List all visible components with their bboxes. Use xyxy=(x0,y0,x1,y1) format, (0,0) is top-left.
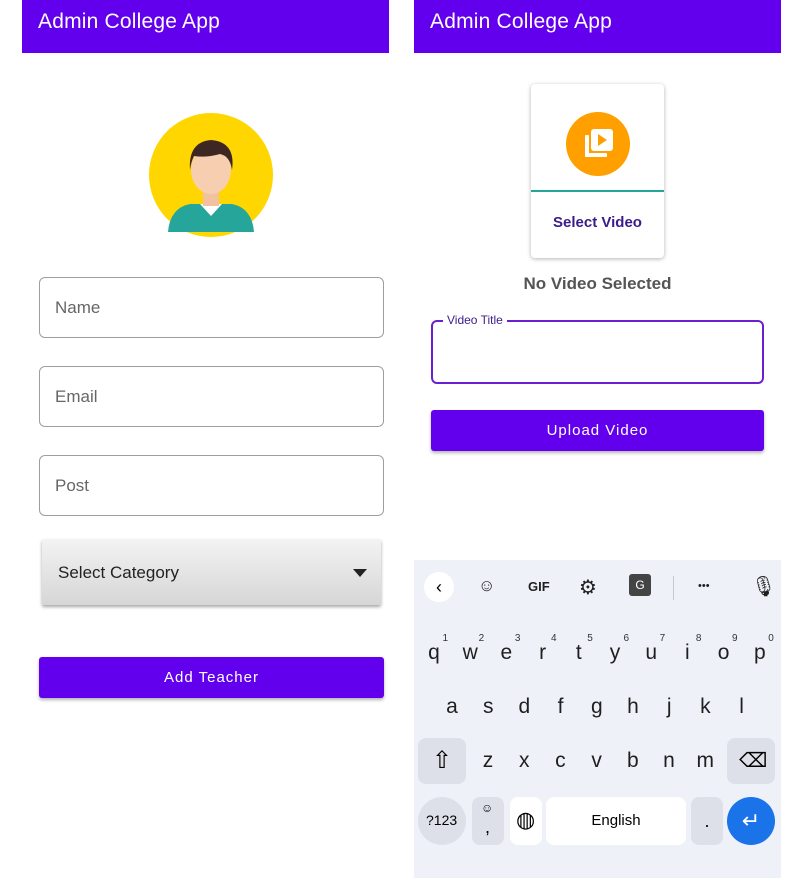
key-n[interactable]: n xyxy=(653,738,685,784)
shift-key[interactable]: ⇧ xyxy=(418,738,466,784)
key-t[interactable]: t5 xyxy=(563,630,595,676)
settings-gear-icon[interactable]: ⚙ xyxy=(579,575,597,600)
post-field[interactable]: Post xyxy=(39,455,384,516)
key-r[interactable]: r4 xyxy=(527,630,559,676)
symbols-key[interactable]: ?123 xyxy=(418,797,466,845)
key-r-number-hint: 4 xyxy=(551,633,557,644)
backspace-icon: ⌫ xyxy=(739,750,768,772)
add-teacher-button[interactable]: Add Teacher xyxy=(39,657,384,698)
video-library-icon xyxy=(566,112,630,176)
language-globe-key[interactable]: ◍ xyxy=(510,797,542,845)
key-l[interactable]: l xyxy=(726,684,758,730)
globe-icon: ◍ xyxy=(516,807,536,832)
key-q[interactable]: q1 xyxy=(418,630,450,676)
enter-key[interactable]: ↵ xyxy=(727,797,775,845)
video-status-text: No Video Selected xyxy=(523,274,672,293)
key-u[interactable]: u7 xyxy=(635,630,667,676)
select-video-label: Select Video xyxy=(553,214,642,231)
app-title: Admin College App xyxy=(38,10,221,33)
key-u-number-hint: 7 xyxy=(659,633,666,644)
key-h[interactable]: h xyxy=(617,684,649,730)
key-p[interactable]: p0 xyxy=(744,630,776,676)
key-p-number-hint: 0 xyxy=(768,633,774,644)
space-bar[interactable]: English xyxy=(546,797,686,845)
comma-label: , xyxy=(485,817,491,837)
key-t-number-hint: 5 xyxy=(587,633,593,644)
email-field[interactable]: Email xyxy=(39,366,384,427)
key-j[interactable]: j xyxy=(653,684,685,730)
soft-keyboard: ‹ ☺ GIF ⚙ G ••• 🎙 q1w2e3r4t5y6u7i8o9p0 a… xyxy=(414,560,781,878)
emoji-comma-key[interactable]: ☺ , xyxy=(472,797,504,845)
key-p-label: p xyxy=(753,641,766,664)
key-s[interactable]: s xyxy=(472,684,504,730)
key-x[interactable]: x xyxy=(508,738,540,784)
key-r-label: r xyxy=(539,641,547,664)
key-e[interactable]: e3 xyxy=(490,630,522,676)
key-w[interactable]: w2 xyxy=(454,630,486,676)
select-video-card[interactable]: Select Video xyxy=(531,84,664,258)
video-title-label: Video Title xyxy=(443,313,507,327)
key-e-label: e xyxy=(500,641,513,664)
key-m[interactable]: m xyxy=(689,738,721,784)
key-f[interactable]: f xyxy=(545,684,577,730)
card-divider xyxy=(531,190,664,192)
key-i[interactable]: i8 xyxy=(671,630,703,676)
key-b[interactable]: b xyxy=(617,738,649,784)
app-bar-right: Admin College App xyxy=(414,0,781,53)
key-q-number-hint: 1 xyxy=(442,633,448,644)
sticker-icon[interactable]: ☺ xyxy=(478,576,495,596)
key-d[interactable]: d xyxy=(508,684,540,730)
key-z[interactable]: z xyxy=(472,738,504,784)
key-t-label: t xyxy=(575,641,582,664)
backspace-key[interactable]: ⌫ xyxy=(727,738,775,784)
key-k[interactable]: k xyxy=(689,684,721,730)
key-y-number-hint: 6 xyxy=(623,633,629,644)
key-a[interactable]: a xyxy=(436,684,468,730)
key-v[interactable]: v xyxy=(581,738,613,784)
emoji-icon: ☺ xyxy=(481,801,494,815)
dropdown-arrow-icon xyxy=(353,569,367,577)
upload-video-label: Upload Video xyxy=(546,422,649,439)
teacher-avatar[interactable] xyxy=(148,112,274,238)
name-placeholder: Name xyxy=(55,298,101,317)
key-u-label: u xyxy=(645,641,658,664)
period-key[interactable]: . xyxy=(691,797,723,845)
key-o-number-hint: 9 xyxy=(732,633,738,644)
video-title-field[interactable]: Video Title xyxy=(431,313,764,384)
key-e-number-hint: 3 xyxy=(514,633,521,644)
enter-arrow-icon: ↵ xyxy=(741,808,761,833)
upload-video-button[interactable]: Upload Video xyxy=(431,410,764,451)
more-options-button[interactable]: ••• xyxy=(698,580,710,592)
key-g[interactable]: g xyxy=(581,684,613,730)
chevron-left-icon: ‹ xyxy=(436,577,442,597)
key-w-number-hint: 2 xyxy=(478,633,485,644)
post-placeholder: Post xyxy=(55,476,90,495)
key-w-label: w xyxy=(462,641,478,664)
symbols-key-label: ?123 xyxy=(426,812,458,828)
app-bar-left: Admin College App xyxy=(22,0,389,53)
toolbar-divider xyxy=(673,576,674,600)
category-spinner[interactable]: Select Category xyxy=(42,539,381,605)
space-bar-label: English xyxy=(591,812,641,829)
key-i-number-hint: 8 xyxy=(695,633,702,644)
add-teacher-label: Add Teacher xyxy=(164,669,259,686)
key-i-label: i xyxy=(685,641,690,664)
app-title-right: Admin College App xyxy=(430,10,613,33)
category-label: Select Category xyxy=(58,563,179,582)
key-q-label: q xyxy=(428,641,440,664)
collapse-toolbar-button[interactable]: ‹ xyxy=(424,572,454,602)
email-placeholder: Email xyxy=(55,387,98,406)
key-o-label: o xyxy=(717,641,730,664)
shift-arrow-icon: ⇧ xyxy=(432,747,453,774)
key-y[interactable]: y6 xyxy=(599,630,631,676)
key-y-label: y xyxy=(609,641,621,664)
period-label: . xyxy=(704,811,710,831)
translate-icon[interactable]: G xyxy=(629,574,651,596)
key-o[interactable]: o9 xyxy=(708,630,740,676)
microphone-icon[interactable]: 🎙 xyxy=(751,574,776,599)
key-c[interactable]: c xyxy=(544,738,576,784)
name-field[interactable]: Name xyxy=(39,277,384,338)
gif-button[interactable]: GIF xyxy=(528,579,550,594)
